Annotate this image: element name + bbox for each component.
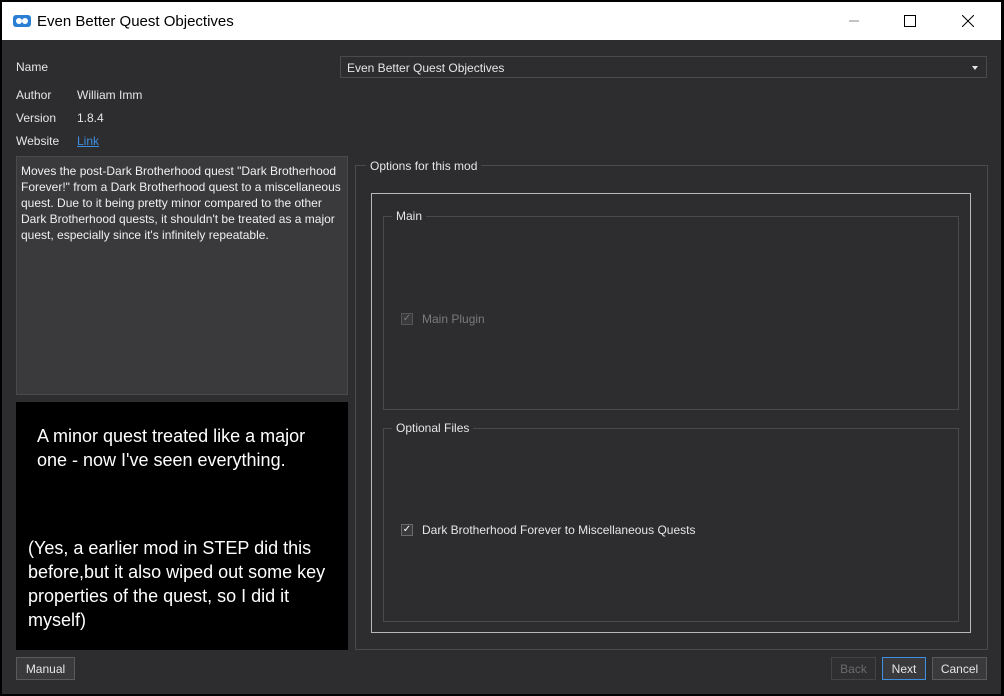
close-icon xyxy=(962,15,974,27)
window-title: Even Better Quest Objectives xyxy=(37,13,234,30)
mod-organizer-icon xyxy=(13,15,31,27)
name-select[interactable]: Even Better Quest Objectives xyxy=(340,56,987,78)
website-link[interactable]: Link xyxy=(77,134,99,148)
image-caption-2: (Yes, a earlier mod in STEP did this bef… xyxy=(28,538,326,630)
name-label: Name xyxy=(16,60,49,74)
next-button[interactable]: Next xyxy=(882,657,926,680)
check-icon: ✓ xyxy=(402,313,412,324)
screenshot-image: A minor quest treated like a major one -… xyxy=(16,402,348,650)
close-button[interactable] xyxy=(945,2,991,40)
version-label: Version xyxy=(16,111,57,125)
maximize-icon xyxy=(904,15,916,27)
name-select-value: Even Better Quest Objectives xyxy=(347,61,505,75)
minimize-icon xyxy=(849,20,859,22)
main-plugin-label: Main Plugin xyxy=(422,312,485,326)
installer-window: Even Better Quest Objectives Name Even B… xyxy=(2,2,1001,694)
optional-files-title: Optional Files xyxy=(392,421,474,435)
main-plugin-checkbox: ✓ xyxy=(401,313,413,325)
minimize-button[interactable] xyxy=(831,2,877,40)
website-label: Website xyxy=(16,134,60,148)
main-group-title: Main xyxy=(392,209,427,223)
version-value: 1.8.4 xyxy=(77,111,104,125)
title-bar[interactable]: Even Better Quest Objectives xyxy=(2,2,1001,40)
check-icon: ✓ xyxy=(402,524,412,535)
maximize-button[interactable] xyxy=(887,2,933,40)
image-caption-1: A minor quest treated like a major one -… xyxy=(37,426,306,470)
chevron-down-icon xyxy=(972,66,978,70)
author-label: Author xyxy=(16,88,52,102)
author-value: William Imm xyxy=(77,88,143,102)
manual-button[interactable]: Manual xyxy=(16,657,75,680)
back-button[interactable]: Back xyxy=(831,657,876,680)
db-forever-label[interactable]: Dark Brotherhood Forever to Miscellaneou… xyxy=(422,523,695,537)
description-box[interactable]: Moves the post-Dark Brotherhood quest "D… xyxy=(16,156,348,395)
options-title: Options for this mod xyxy=(366,159,482,173)
db-forever-checkbox[interactable]: ✓ xyxy=(401,524,413,536)
cancel-button[interactable]: Cancel xyxy=(932,657,987,680)
